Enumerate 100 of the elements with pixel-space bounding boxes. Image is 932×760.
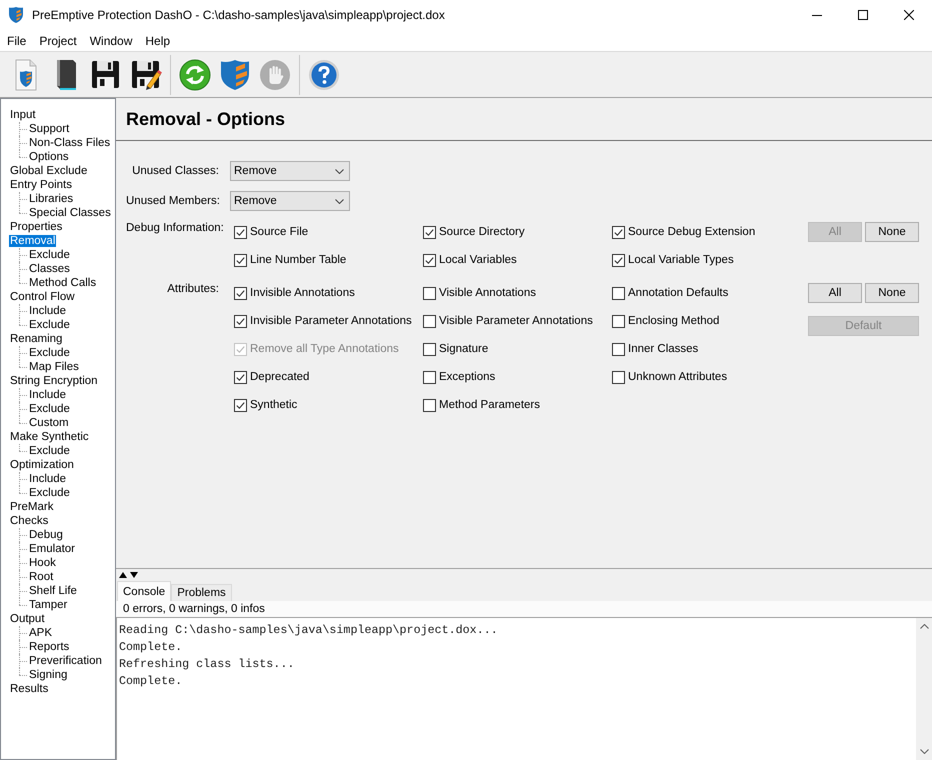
- tree-item[interactable]: Entry Points: [9, 179, 73, 191]
- tree-item[interactable]: Preverification: [28, 655, 103, 667]
- checkbox[interactable]: [234, 286, 247, 300]
- checkbox[interactable]: [612, 286, 625, 300]
- checkbox[interactable]: [234, 398, 247, 412]
- checkbox-label[interactable]: Synthetic: [250, 399, 298, 411]
- tree-item[interactable]: Control Flow: [9, 291, 76, 303]
- tab[interactable]: Problems: [171, 584, 232, 601]
- checkbox[interactable]: [423, 314, 436, 328]
- checkbox[interactable]: [423, 254, 436, 266]
- tree-item[interactable]: Exclude: [28, 487, 71, 499]
- refresh-icon[interactable]: [179, 58, 211, 90]
- menu-item[interactable]: Project: [39, 34, 77, 48]
- checkbox-label[interactable]: Invisible Parameter Annotations: [250, 315, 412, 327]
- action-button[interactable]: None: [865, 283, 919, 303]
- checkbox-label[interactable]: Source File: [250, 226, 308, 238]
- chevron-down-icon[interactable]: [920, 749, 928, 754]
- tree-item[interactable]: Renaming: [9, 333, 64, 345]
- chevron-up-icon[interactable]: [920, 624, 928, 629]
- checkbox-label[interactable]: Method Parameters: [439, 399, 540, 411]
- tree-item[interactable]: Removal: [9, 235, 56, 247]
- checkbox[interactable]: [612, 254, 625, 266]
- tree-item[interactable]: Exclude: [28, 249, 71, 261]
- dropdown[interactable]: Remove: [230, 191, 350, 211]
- checkbox-label[interactable]: Source Directory: [439, 226, 525, 238]
- shield-icon[interactable]: [219, 58, 251, 90]
- checkbox-label[interactable]: Invisible Annotations: [250, 287, 355, 299]
- checkbox-label[interactable]: Exceptions: [439, 371, 496, 383]
- checkbox-label[interactable]: Signature: [439, 343, 488, 355]
- minimize-icon[interactable]: [812, 14, 822, 16]
- tree-item[interactable]: Support: [28, 123, 70, 135]
- tree-item[interactable]: Special Classes: [28, 207, 112, 219]
- tree-item[interactable]: Include: [28, 305, 68, 317]
- checkbox[interactable]: [612, 226, 625, 238]
- menu-item[interactable]: File: [7, 34, 26, 48]
- tree-item[interactable]: Properties: [9, 221, 64, 233]
- checkbox[interactable]: [612, 370, 625, 384]
- tree-item[interactable]: Non-Class Files: [28, 137, 112, 149]
- tree-item[interactable]: Libraries: [28, 193, 74, 205]
- checkbox-label[interactable]: Local Variable Types: [628, 254, 734, 266]
- maximize-icon[interactable]: [858, 10, 868, 20]
- checkbox-label[interactable]: Unknown Attributes: [628, 371, 728, 383]
- tree-item[interactable]: APK: [28, 627, 54, 639]
- tree-item[interactable]: Results: [9, 683, 50, 695]
- checkbox[interactable]: [234, 370, 247, 384]
- tree-item[interactable]: Method Calls: [28, 277, 98, 289]
- tree-item[interactable]: Classes: [28, 263, 71, 275]
- tree-item[interactable]: PreMark: [9, 501, 54, 513]
- checkbox-label[interactable]: Annotation Defaults: [628, 287, 728, 299]
- tree-item[interactable]: Signing: [28, 669, 68, 681]
- checkbox-label[interactable]: Line Number Table: [250, 254, 346, 266]
- dropdown[interactable]: Remove: [230, 161, 350, 181]
- checkbox-label[interactable]: Inner Classes: [628, 343, 698, 355]
- tree-item[interactable]: Exclude: [28, 319, 71, 331]
- triangle-down-icon[interactable]: [130, 572, 138, 578]
- triangle-up-icon[interactable]: [119, 572, 127, 578]
- help-icon[interactable]: [308, 58, 340, 90]
- floppy-disk-pencil-icon[interactable]: [130, 58, 162, 90]
- tree-item[interactable]: Map Files: [28, 361, 80, 373]
- menu-item[interactable]: Help: [145, 34, 170, 48]
- tree-item[interactable]: Exclude: [28, 347, 71, 359]
- checkbox[interactable]: [234, 314, 247, 328]
- tree-item[interactable]: Shelf Life: [28, 585, 78, 597]
- tree-item[interactable]: Hook: [28, 557, 57, 569]
- tree-item[interactable]: Debug: [28, 529, 64, 541]
- checkbox-label[interactable]: Visible Annotations: [439, 287, 536, 299]
- tree-item[interactable]: Checks: [9, 515, 50, 527]
- checkbox[interactable]: [423, 286, 436, 300]
- checkbox[interactable]: [612, 342, 625, 356]
- tree-item[interactable]: Make Synthetic: [9, 431, 90, 443]
- tree-item[interactable]: Output: [9, 613, 46, 625]
- tree-item[interactable]: Custom: [28, 417, 70, 429]
- checkbox-label[interactable]: Visible Parameter Annotations: [439, 315, 593, 327]
- tree-item[interactable]: Include: [28, 473, 68, 485]
- checkbox[interactable]: [423, 226, 436, 238]
- tab[interactable]: Console: [117, 581, 172, 601]
- checkbox[interactable]: [423, 398, 436, 412]
- checkbox[interactable]: [234, 254, 247, 266]
- tree-item[interactable]: Global Exclude: [9, 165, 88, 177]
- tree-item[interactable]: Optimization: [9, 459, 75, 471]
- tree-item[interactable]: Tamper: [28, 599, 68, 611]
- checkbox-label[interactable]: Deprecated: [250, 371, 310, 383]
- tree-item[interactable]: Include: [28, 389, 68, 401]
- checkbox-label[interactable]: Local Variables: [439, 254, 517, 266]
- checkbox-label[interactable]: Source Debug Extension: [628, 226, 756, 238]
- tree-item[interactable]: Emulator: [28, 543, 76, 555]
- vertical-scrollbar[interactable]: [916, 618, 932, 760]
- checkbox-label[interactable]: Enclosing Method: [628, 315, 720, 327]
- menu-item[interactable]: Window: [90, 34, 132, 48]
- tree-item[interactable]: Reports: [28, 641, 70, 653]
- tree-item[interactable]: Exclude: [28, 403, 71, 415]
- tree-item[interactable]: Input: [9, 109, 37, 121]
- action-button[interactable]: All: [808, 283, 862, 303]
- tree-item[interactable]: String Encryption: [9, 375, 99, 387]
- checkbox[interactable]: [423, 342, 436, 356]
- tree-item[interactable]: Root: [28, 571, 54, 583]
- checkbox[interactable]: [423, 370, 436, 384]
- close-icon[interactable]: [904, 10, 914, 20]
- tree-item[interactable]: Exclude: [28, 445, 71, 457]
- checkbox[interactable]: [612, 314, 625, 328]
